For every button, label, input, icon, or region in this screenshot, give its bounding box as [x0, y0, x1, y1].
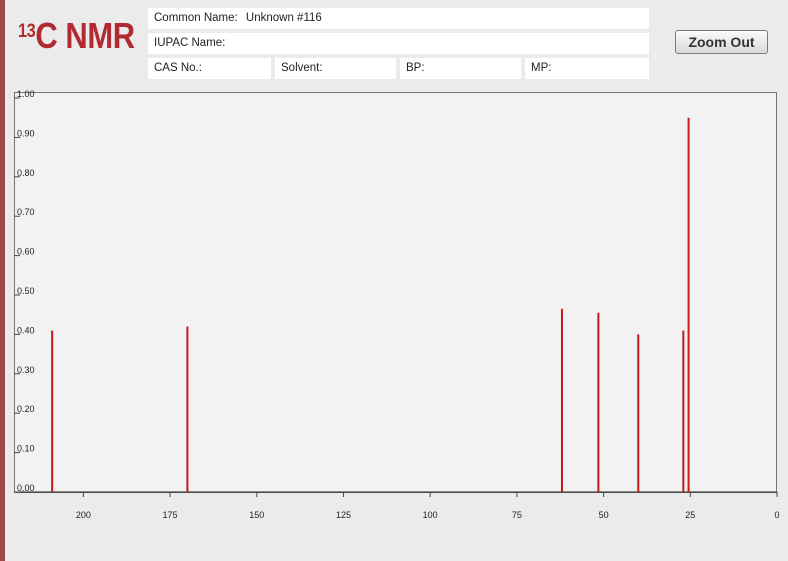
y-tick-label: 0.10 — [17, 444, 35, 454]
x-tick-label: 0 — [774, 510, 779, 520]
x-tick-label: 75 — [512, 510, 522, 520]
y-tick-label: 0.70 — [17, 207, 35, 217]
x-tick-label: 175 — [163, 510, 178, 520]
y-tick-label: 0.30 — [17, 365, 35, 375]
y-tick-label: 0.00 — [17, 483, 35, 493]
y-tick-label: 0.60 — [17, 247, 35, 257]
x-tick-label: 150 — [249, 510, 264, 520]
x-tick-label: 100 — [423, 510, 438, 520]
x-tick-label: 200 — [76, 510, 91, 520]
y-tick-label: 0.90 — [17, 128, 35, 138]
x-tick-label: 25 — [685, 510, 695, 520]
x-tick-label: 50 — [599, 510, 609, 520]
x-tick-label: 125 — [336, 510, 351, 520]
y-tick-label: 0.50 — [17, 286, 35, 296]
y-tick-label: 0.80 — [17, 168, 35, 178]
y-tick-label: 0.40 — [17, 325, 35, 335]
nmr-spectrum-chart: 0.00 0.10 0.20 0.30 0.40 0.50 0.60 0.70 0.80 0.90… — [14, 89, 780, 520]
y-tick-label: 0.20 — [17, 404, 35, 414]
y-tick-label: 1.00 — [17, 89, 35, 99]
